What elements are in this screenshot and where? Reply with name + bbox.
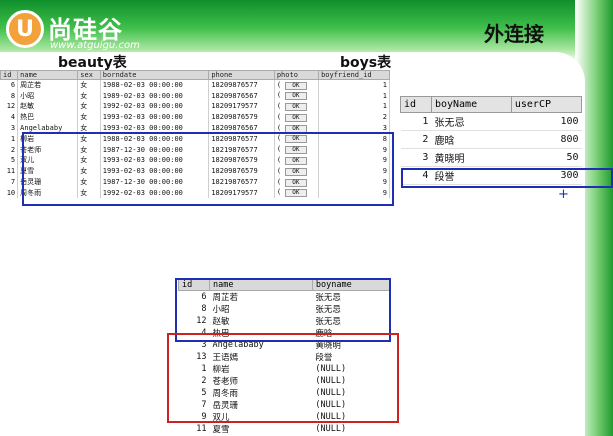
boys-table-cell: 800: [511, 130, 582, 149]
beauty-table-cell: 1: [0, 133, 19, 145]
beauty-table-cell: 1989-02-03 00:00:00: [100, 90, 210, 102]
beauty-table-cell: 小昭: [17, 90, 79, 102]
beauty-table-column-header: photo: [273, 70, 320, 80]
beauty-table-cell: 赵敏: [17, 101, 79, 112]
boys-table-column-header: id: [400, 96, 432, 113]
logo-url: www.atguigu.com: [50, 40, 140, 51]
beauty-table-row: 6 周芷若女 1988-02-03 00:00:00 18209876577( OK 1: [0, 79, 390, 91]
beauty-table-cell: 1992-02-03 00:00:00: [100, 101, 210, 112]
result-table-row: 11 夏雪 (NULL): [179, 423, 390, 435]
beauty-table-column-header: phone: [208, 70, 275, 80]
beauty-table-cell: 女: [77, 111, 101, 123]
beauty-table-cell: 3: [0, 122, 19, 134]
beauty-table-cell: 12: [0, 101, 19, 112]
beauty-table-cell: 10: [0, 187, 19, 199]
boys-label: boys表: [340, 55, 392, 71]
logo: U 尚硅谷 www.atguigu.com: [4, 6, 149, 52]
beauty-table-cell: 5: [0, 155, 19, 166]
slide: U 尚硅谷 www.atguigu.com 外连接 beauty表 boys表 …: [0, 0, 613, 436]
boys-table-cell: 100: [511, 112, 582, 131]
beauty-table-cell: 18209876577: [208, 79, 275, 91]
boys-table-cell: 鹿晗: [431, 130, 512, 149]
photo-ok-button[interactable]: OK: [285, 92, 307, 101]
beauty-table-cell: 1993-02-03 00:00:00: [100, 111, 210, 123]
beauty-table-cell: 6: [0, 79, 19, 91]
result-table-cell: (NULL): [315, 424, 347, 434]
beauty-table-cell: 周芷若: [17, 79, 79, 91]
beauty-table-cell: 2: [318, 111, 390, 123]
photo-ok-button[interactable]: OK: [285, 113, 307, 122]
result-table-cell: 夏雪: [212, 425, 230, 435]
beauty-table-cell: ( OK: [274, 90, 320, 102]
beauty-table-cell: 女: [77, 79, 101, 91]
beauty-label: beauty表: [58, 55, 127, 71]
beauty-table-cell: 18209876579: [208, 111, 275, 123]
beauty-table-column-header: boyfriend_id: [318, 70, 390, 80]
boys-table-cell: 2: [400, 130, 432, 149]
beauty-table-column-header: id: [0, 70, 19, 80]
boys-table-cell: 黄晓明: [431, 148, 512, 167]
logo-mark: U: [6, 10, 44, 48]
boys-table-cell: 1: [400, 112, 432, 131]
beauty-table-cell: 1: [318, 90, 390, 102]
result-null-highlight: [167, 333, 399, 423]
beauty-table-cell: 2: [0, 144, 19, 156]
boys-table-cell: 张无忌: [431, 112, 512, 131]
beauty-table-row: 12 赵敏女 1992-02-03 00:00:00 18209179577( OK 1: [0, 101, 390, 112]
beauty-table-column-header: borndate: [99, 70, 210, 80]
beauty-table-cell: ( OK: [274, 101, 320, 112]
beauty-table-cell: 18209179577: [208, 101, 275, 112]
boys-table-column-header: userCP: [510, 96, 583, 113]
beauty-table-cell: ( OK: [274, 79, 320, 91]
beauty-table-cell: 7: [0, 176, 19, 188]
beauty-table-cell: 18209876567: [208, 90, 275, 102]
beauty-unmatched-highlight: [22, 132, 394, 206]
beauty-table-cell: 1: [318, 101, 390, 112]
beauty-table-row: 4 热巴女 1993-02-03 00:00:00 18209876579( OK 2: [0, 111, 390, 123]
beauty-table-cell: 1988-02-03 00:00:00: [100, 79, 210, 91]
beauty-table-cell: 8: [0, 90, 19, 102]
beauty-table-column-header: sex: [77, 70, 101, 80]
boys-table-row: 1 张无忌 100: [400, 112, 582, 131]
beauty-table-cell: 4: [0, 111, 19, 123]
photo-ok-button[interactable]: OK: [285, 102, 307, 111]
plus-mark: +: [558, 187, 569, 202]
beauty-table-cell: 女: [77, 90, 101, 102]
boys-table-row: 2 鹿晗 800: [400, 130, 582, 149]
beauty-table-cell: 1: [318, 79, 390, 91]
result-table-cell: 11: [196, 424, 207, 434]
slide-title: 外连接: [484, 22, 544, 46]
beauty-table-cell: 女: [77, 101, 101, 112]
beauty-table-cell: 热巴: [17, 111, 79, 123]
boys-table-row: 3 黄晓明 50: [400, 148, 582, 167]
boys-table-cell: 50: [511, 148, 582, 167]
beauty-table-row: 8 小昭女 1989-02-03 00:00:00 18209876567( OK 1: [0, 90, 390, 102]
boys-unmatched-highlight: [401, 168, 613, 188]
beauty-table-column-header: name: [17, 70, 79, 80]
beauty-table-cell: ( OK: [274, 111, 320, 123]
photo-ok-button[interactable]: OK: [285, 81, 307, 90]
boys-table-cell: 3: [400, 148, 432, 167]
beauty-table-cell: 11: [0, 165, 19, 177]
boys-table-column-header: boyName: [430, 96, 512, 113]
